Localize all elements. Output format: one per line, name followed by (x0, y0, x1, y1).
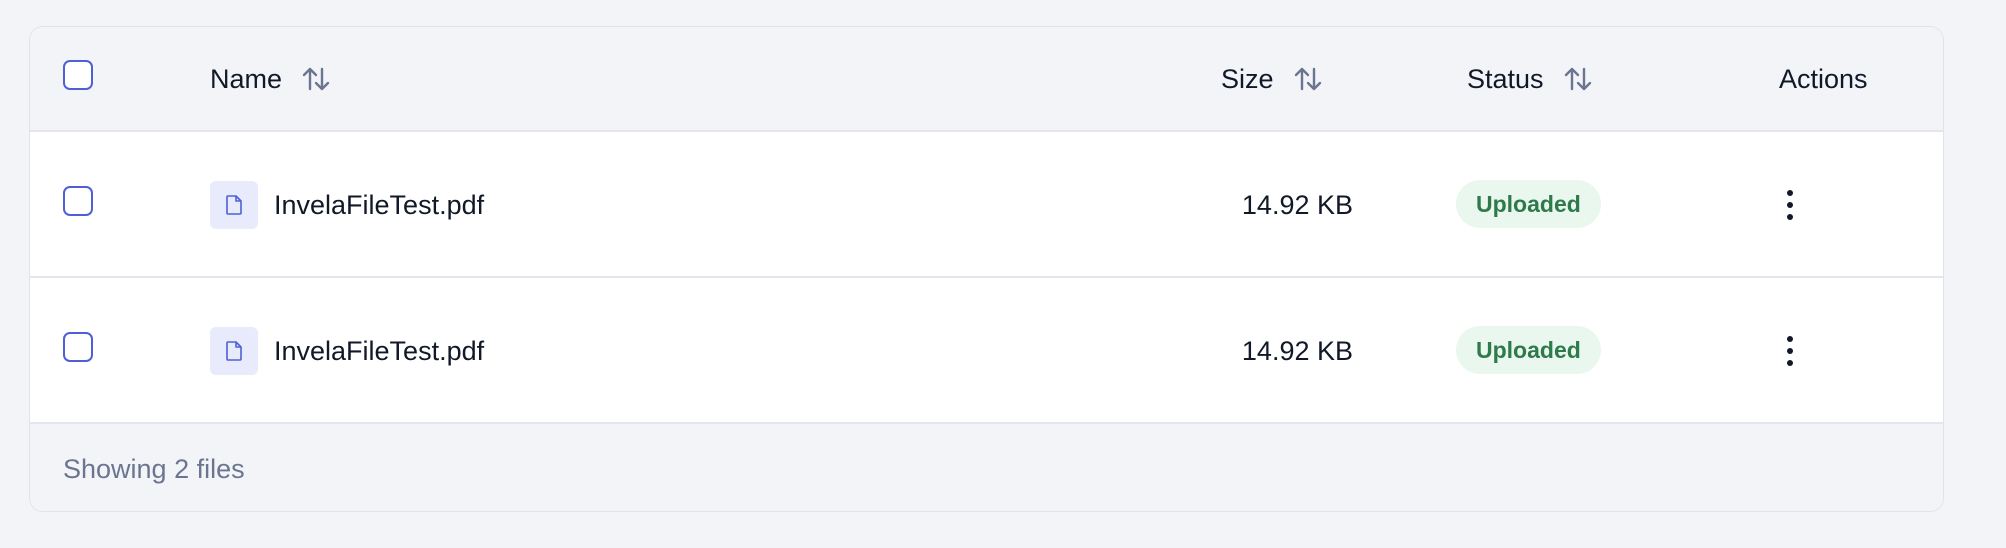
status-badge: Uploaded (1456, 180, 1601, 228)
file-size: 14.92 KB (1241, 336, 1353, 366)
select-all-checkbox[interactable] (63, 60, 93, 90)
sort-arrows-icon[interactable] (1292, 63, 1324, 95)
more-vertical-icon[interactable] (1778, 188, 1802, 222)
file-name[interactable]: InvelaFileTest.pdf (274, 189, 484, 221)
column-header-size-label: Size (1221, 64, 1274, 94)
sort-arrows-icon[interactable] (300, 63, 332, 95)
status-badge: Uploaded (1456, 326, 1601, 374)
row-checkbox[interactable] (63, 332, 93, 362)
more-vertical-icon[interactable] (1778, 334, 1802, 368)
column-header-status[interactable]: Status (1467, 63, 1594, 95)
table-row[interactable]: InvelaFileTest.pdf 14.92 KB Uploaded (30, 132, 1943, 278)
file-document-icon (226, 195, 242, 215)
file-document-icon (226, 341, 242, 361)
column-header-status-label: Status (1467, 64, 1544, 94)
files-table: Name Size Status Actions InvelaFileTest.… (29, 26, 1944, 512)
column-header-size[interactable]: Size (1221, 63, 1324, 95)
file-icon-container (210, 181, 258, 229)
column-header-actions-label: Actions (1779, 64, 1868, 94)
file-count-text: Showing 2 files (63, 454, 245, 484)
sort-arrows-icon[interactable] (1562, 63, 1594, 95)
file-icon-container (210, 327, 258, 375)
file-size-cell: 14.92 KB (1150, 278, 1353, 424)
table-header: Name Size Status Actions (30, 27, 1943, 132)
column-header-name-label: Name (210, 64, 283, 94)
table-footer: Showing 2 files (30, 424, 1943, 511)
row-checkbox[interactable] (63, 186, 93, 216)
column-header-name[interactable]: Name (210, 63, 332, 95)
table-row[interactable]: InvelaFileTest.pdf 14.92 KB Uploaded (30, 278, 1943, 424)
file-name[interactable]: InvelaFileTest.pdf (274, 335, 484, 367)
column-header-actions: Actions (1779, 63, 1868, 95)
file-size: 14.92 KB (1241, 190, 1353, 220)
file-size-cell: 14.92 KB (1150, 132, 1353, 278)
